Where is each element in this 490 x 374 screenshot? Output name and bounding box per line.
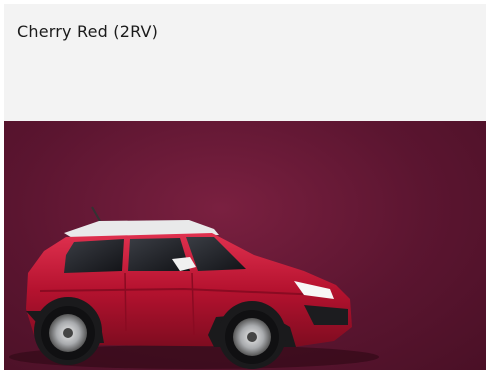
rear-window [64,239,124,273]
car-preview [4,121,486,370]
door-seam-rear [124,272,127,332]
car-image [9,206,379,369]
front-hub [247,332,257,342]
antenna [91,206,101,222]
color-name-label: Cherry Red (2RV) [17,22,159,41]
rear-hub [63,328,73,338]
color-option-card: Cherry Red (2RV) [4,4,486,370]
color-label-panel: Cherry Red (2RV) [4,4,486,121]
